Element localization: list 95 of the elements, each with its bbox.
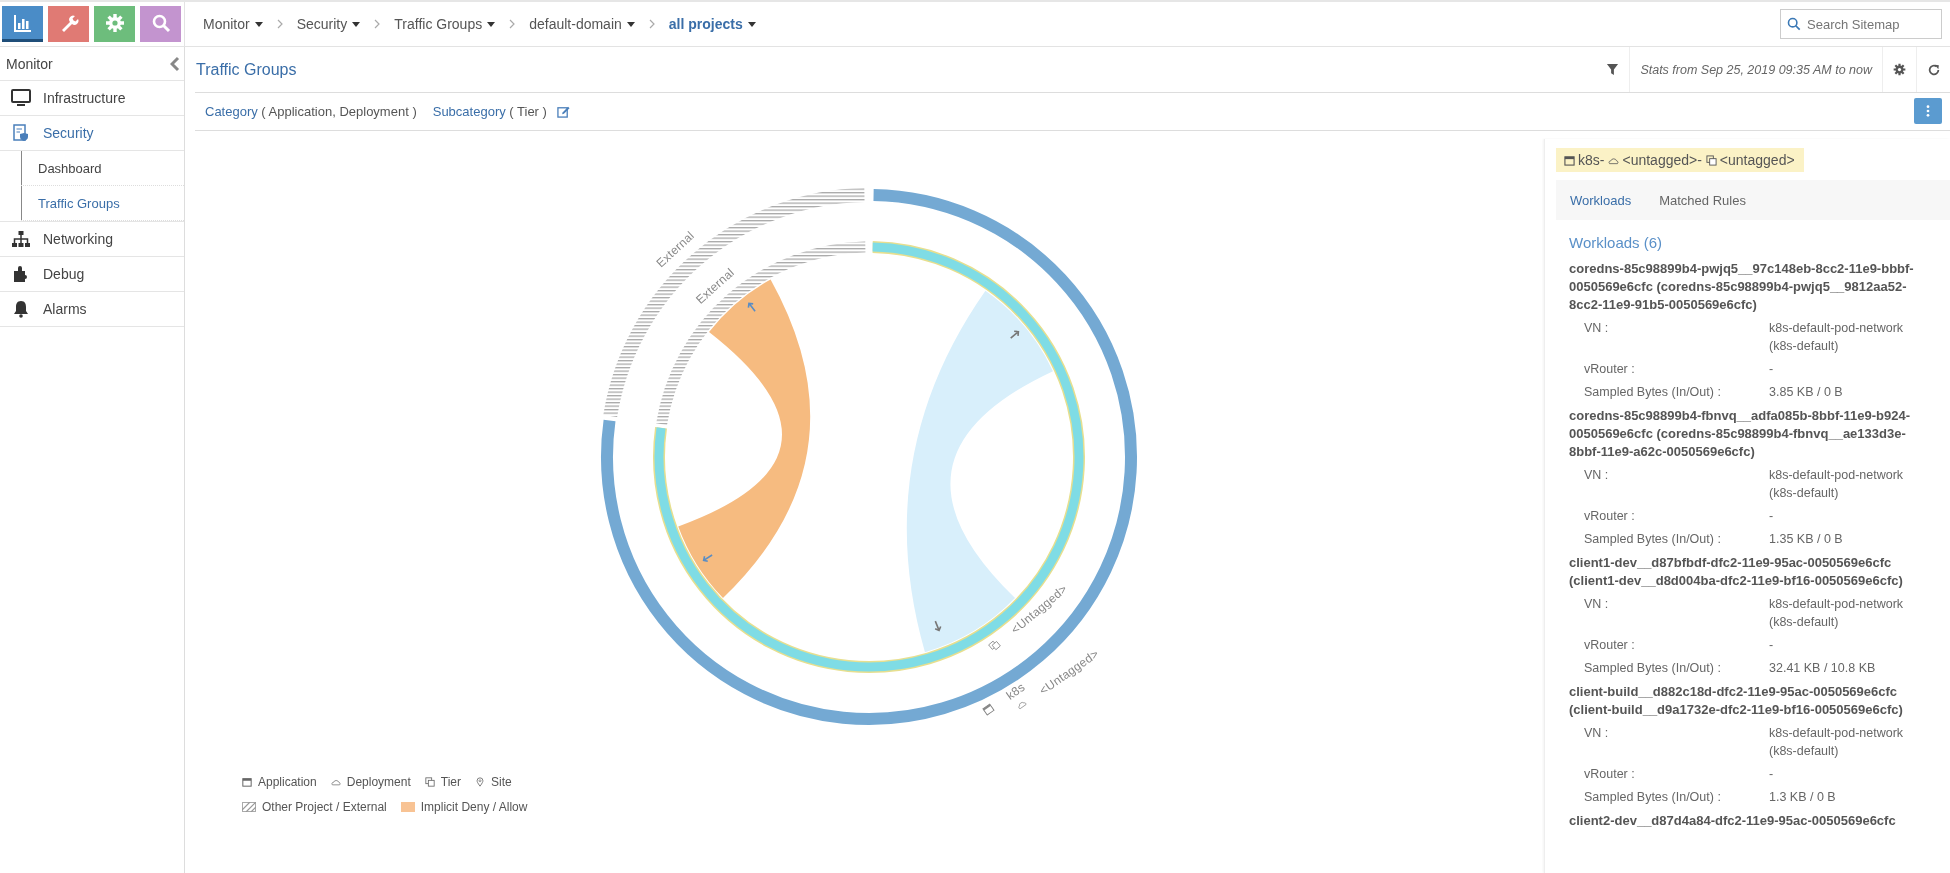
sidebar-item[interactable]: Infrastructure <box>0 81 184 116</box>
monitor-icon <box>11 89 31 107</box>
search-field[interactable]: Search Sitemap <box>1780 9 1942 39</box>
field-label: Sampled Bytes (In/Out) : <box>1584 531 1722 548</box>
breadcrumb-item[interactable]: all projects <box>668 16 756 32</box>
workload-name: coredns-85c98899b4-pwjq5__97c148eb-8cc2-11e9-bbbf-0050569e6cfc (coredns-85c98899b4-pwjq5__9812aa52-8cc2-11e9-91b5-0050569e6cfc) <box>1569 260 1915 314</box>
more-options-button[interactable] <box>1914 98 1942 124</box>
chevron-right-icon <box>374 19 381 29</box>
edit-icon[interactable] <box>556 105 570 118</box>
legend-item: Tier <box>424 775 461 789</box>
selection-tag: k8s- <untagged>- <untagged> <box>1556 148 1804 172</box>
breadcrumb-item[interactable]: Traffic Groups <box>394 16 496 32</box>
sidebar-subitem[interactable]: Dashboard <box>21 151 184 186</box>
legend-item: Deployment <box>330 775 411 789</box>
page-title: Traffic Groups <box>196 60 297 79</box>
arrow-icon <box>1009 330 1019 339</box>
search-icon <box>1787 17 1801 31</box>
gear-icon <box>104 12 125 33</box>
hatched-swatch-icon <box>242 802 256 812</box>
field-label: Sampled Bytes (In/Out) : <box>1584 384 1722 401</box>
field-value: 3.85 KB / 0 B <box>1769 384 1844 401</box>
field-value: - <box>1769 766 1775 783</box>
query-tab[interactable] <box>140 6 181 42</box>
sitemap-icon <box>11 230 31 248</box>
legend-item: Site <box>475 775 512 789</box>
field-value: 32.41 KB / 10.8 KB <box>1769 660 1877 677</box>
field-label: VN : <box>1584 725 1610 742</box>
external-ring-segment[interactable] <box>602 188 865 418</box>
chevron-left-icon[interactable] <box>170 55 180 72</box>
chevron-right-icon <box>509 19 516 29</box>
settings-tab[interactable] <box>94 6 135 42</box>
field-value: k8s-default-pod-network (k8s-default) <box>1769 725 1905 760</box>
sidebar-item[interactable]: Debug <box>0 257 184 292</box>
calendar-icon <box>242 777 252 787</box>
breadcrumb-item[interactable]: Security <box>296 16 361 32</box>
configure-tab[interactable] <box>48 6 89 42</box>
arrow-icon <box>933 620 941 632</box>
field-value: - <box>1769 361 1775 378</box>
filter-label[interactable]: Subcategory ( Tier ) <box>432 104 547 119</box>
chevron-right-icon <box>276 19 283 29</box>
bell-icon <box>11 300 31 318</box>
vertical-dots-icon <box>1926 105 1930 117</box>
field-label: VN : <box>1584 320 1610 337</box>
field-value: k8s-default-pod-network (k8s-default) <box>1769 467 1905 502</box>
field-label: Sampled Bytes (In/Out) : <box>1584 660 1722 677</box>
field-label: vRouter : <box>1584 361 1636 378</box>
field-label: Sampled Bytes (In/Out) : <box>1584 789 1722 806</box>
field-label: VN : <box>1584 596 1610 613</box>
workload-name: client1-dev__d87bfbdf-dfc2-11e9-95ac-0050569e6cfc (client1-dev__d8d004ba-dfc2-11e9-bf16-0050569e6cfc) <box>1569 554 1904 590</box>
panel-tab[interactable]: Matched Rules <box>1645 180 1760 220</box>
filled-swatch-icon <box>400 802 415 812</box>
workloads-heading: Workloads (6) <box>1569 234 1664 251</box>
search-icon <box>150 12 171 33</box>
segment-label: k8s <box>1003 679 1028 703</box>
funnel-icon <box>1605 63 1619 76</box>
field-value: - <box>1769 508 1775 525</box>
filter-label[interactable]: Category ( Application, Deployment ) <box>205 104 417 119</box>
cloud-icon <box>1016 700 1026 709</box>
group-ring-segment[interactable] <box>600 189 1137 725</box>
map-pin-icon <box>475 777 485 787</box>
monitor-tab[interactable] <box>2 6 43 42</box>
cloud-icon <box>330 777 341 787</box>
document-shield-icon <box>11 124 31 142</box>
panel-tab[interactable]: Workloads <box>1556 180 1646 220</box>
sidebar-item[interactable]: Alarms <box>0 292 184 327</box>
field-value: k8s-default-pod-network (k8s-default) <box>1769 320 1905 355</box>
field-label: vRouter : <box>1584 766 1636 783</box>
breadcrumb-item[interactable]: default-domain <box>529 16 635 32</box>
arrow-icon <box>702 554 713 563</box>
chevron-right-icon <box>648 19 655 29</box>
sidebar-subitem[interactable]: Traffic Groups <box>21 186 184 221</box>
field-value: - <box>1769 637 1775 654</box>
stacked-squares-icon <box>1705 154 1717 166</box>
bar-chart-icon <box>12 12 33 33</box>
sidebar-item[interactable]: Networking <box>0 222 184 257</box>
workload-name: client2-dev__d87d4a84-dfc2-11e9-95ac-0050569e6cfc <box>1569 812 1897 830</box>
field-label: vRouter : <box>1584 637 1636 654</box>
field-value: 1.3 KB / 0 B <box>1769 789 1837 806</box>
calendar-icon <box>1564 154 1575 166</box>
legend-item: Implicit Deny / Allow <box>400 800 528 814</box>
workload-name: coredns-85c98899b4-fbnvq__adfa085b-8bbf-11e9-b924-0050569e6cfc (coredns-85c98899b4-fbnvq__ae133d3e-8bbf-11e9-a62c-0050569e6cfc) <box>1569 407 1912 461</box>
field-label: VN : <box>1584 467 1610 484</box>
legend-item: Application <box>242 775 317 789</box>
breadcrumb-item[interactable]: Monitor <box>203 16 263 32</box>
legend-item: Other Project / External <box>242 800 387 814</box>
stats-time-range: Stats from Sep 25, 2019 09:35 AM to now <box>1629 47 1882 92</box>
workload-name: client-build__d882c18d-dfc2-11e9-95ac-0050569e6cfc (client-build__d9a1732e-dfc2-11e9-bf16-0050569e6cfc) <box>1569 683 1904 719</box>
refresh-icon <box>1926 62 1941 77</box>
field-label: vRouter : <box>1584 508 1636 525</box>
field-value: k8s-default-pod-network (k8s-default) <box>1769 596 1905 631</box>
sidebar-title: Monitor <box>6 55 53 72</box>
stacked-squares-icon <box>424 777 435 787</box>
arrow-icon <box>747 302 756 313</box>
gear-icon <box>1893 63 1906 76</box>
field-value: 1.35 KB / 0 B <box>1769 531 1844 548</box>
